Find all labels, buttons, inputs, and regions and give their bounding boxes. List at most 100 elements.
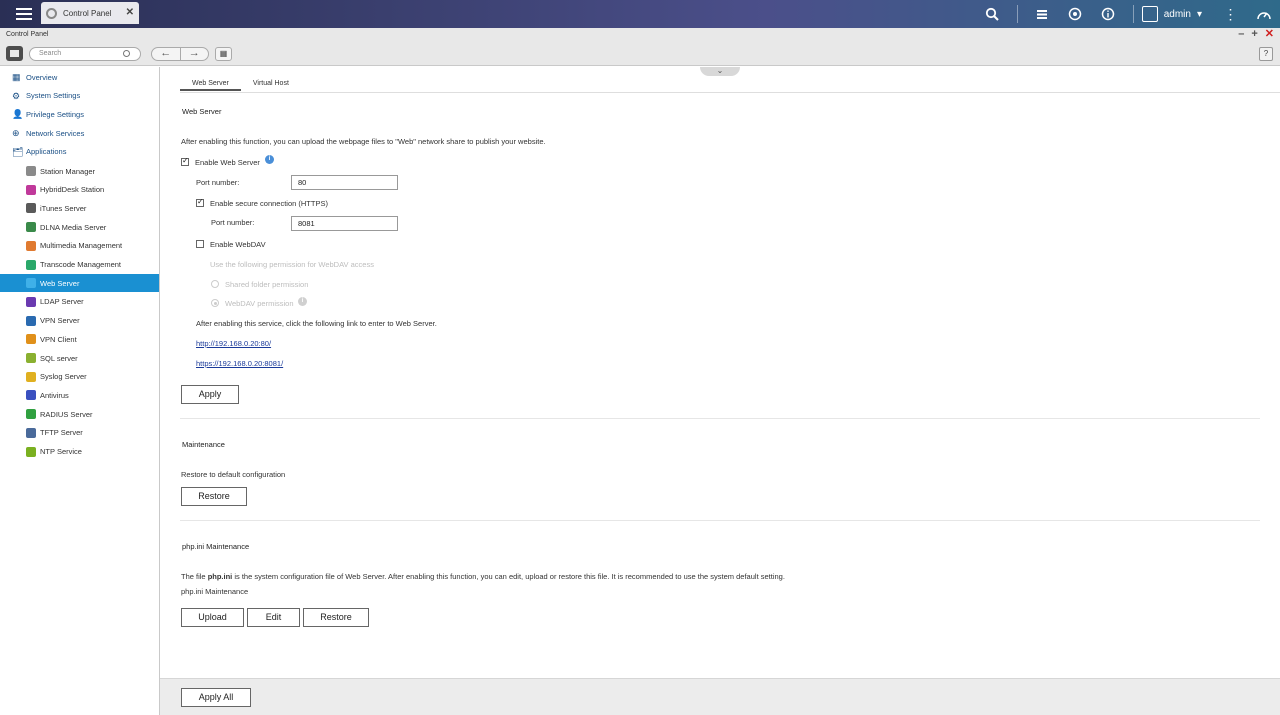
user-menu[interactable]: admin ▾ (1141, 6, 1202, 22)
sidebar-item-privilege-settings[interactable]: 👤 Privilege Settings (0, 105, 159, 123)
apply-all-button[interactable]: Apply All (181, 688, 251, 707)
grid-view-icon[interactable]: ▦ (215, 47, 232, 61)
section-heading-maintenance: Maintenance (182, 440, 225, 449)
enable-https-label: Enable secure connection (HTTPS) (210, 199, 328, 208)
enable-web-server-checkbox[interactable] (181, 156, 189, 166)
maximize-icon[interactable]: + (1251, 28, 1257, 42)
sidebar-item-ldap-server[interactable]: LDAP Server (0, 293, 159, 311)
webdav-permission-heading: Use the following permission for WebDAV … (210, 260, 374, 269)
applications-icon: 🗂 (12, 146, 24, 157)
sidebar-item-label: TFTP Server (40, 428, 83, 438)
apply-button[interactable]: Apply (181, 385, 239, 404)
sidebar-item-vpn-server[interactable]: VPN Server (0, 312, 159, 330)
sidebar-item-label: Web Server (40, 278, 80, 288)
sidebar-item-radius-server[interactable]: RADIUS Server (0, 405, 159, 423)
sidebar-item-web-server[interactable]: Web Server (0, 274, 159, 293)
system-settings-icon: ⚙ (12, 90, 21, 101)
sidebar-item-label: RADIUS Server (40, 409, 93, 419)
php-restore-button[interactable]: Restore (303, 608, 369, 627)
divider (1016, 5, 1018, 23)
sidebar-item-syslog-server[interactable]: Syslog Server (0, 368, 159, 386)
sidebar-item-vpn-client[interactable]: VPN Client (0, 330, 159, 348)
info-icon[interactable]: i (265, 155, 274, 164)
history-nav: ← → (151, 47, 209, 61)
restore-default-text: Restore to default configuration (181, 470, 286, 479)
shared-folder-permission-label: Shared folder permission (225, 280, 309, 289)
tab-web-server[interactable]: Web Server (180, 80, 241, 91)
sidebar-item-hybriddesk-station[interactable]: HybridDesk Station (0, 181, 159, 199)
sidebar: ▦ Overview ⚙ System Settings 👤 Privilege Sett… (0, 67, 160, 715)
avatar (1141, 6, 1158, 22)
background-tasks-icon[interactable] (1026, 0, 1059, 28)
link-intro-text: After enabling this service, click the f… (196, 319, 437, 328)
username: admin (1163, 8, 1191, 20)
forward-arrow-icon[interactable]: → (181, 48, 209, 60)
edit-button[interactable]: Edit (247, 608, 300, 627)
sidebar-item-ntp-service[interactable]: NTP Service (0, 443, 159, 461)
more-options-icon[interactable]: ⋮ (1214, 0, 1247, 28)
hybriddesk-station-icon (26, 184, 36, 195)
sidebar-item-overview[interactable]: ▦ Overview (0, 68, 159, 86)
http-link[interactable]: http://192.168.0.20:80/ (196, 339, 271, 348)
back-arrow-icon[interactable]: ← (152, 48, 181, 60)
sidebar-item-multimedia-management[interactable]: Multimedia Management (0, 237, 159, 255)
webdav-permission-radio[interactable] (211, 299, 219, 307)
collapse-icon[interactable]: ⌄ (700, 67, 740, 76)
tab-virtual-host[interactable]: Virtual Host (241, 80, 301, 91)
sidebar-item-tftp-server[interactable]: TFTP Server (0, 424, 159, 442)
sidebar-item-label: NTP Service (40, 447, 82, 456)
https-port-number-field[interactable]: 8081 (291, 216, 398, 231)
sidebar-item-dlna-media-server[interactable]: DLNA Media Server (0, 218, 159, 236)
sidebar-item-itunes-server[interactable]: iTunes Server (0, 199, 159, 217)
search-icon (123, 50, 130, 57)
search-input[interactable]: Search (29, 47, 141, 61)
multimedia-management-icon (26, 240, 36, 251)
web-server-description: After enabling this function, you can up… (181, 137, 546, 146)
sidebar-item-label: Overview (26, 72, 58, 82)
app-tab-control-panel[interactable]: Control Panel ✕ (41, 2, 139, 24)
port-number-field[interactable]: 80 (291, 175, 398, 190)
home-icon[interactable] (6, 46, 23, 61)
shared-folder-permission-radio[interactable] (211, 280, 219, 288)
itunes-server-icon (26, 203, 36, 214)
app-tab-label: Control Panel (63, 8, 112, 18)
sidebar-item-network-services[interactable]: ⊕ Network Services (0, 124, 159, 142)
top-bar: Control Panel ✕ admin ▾ ⋮ (0, 0, 1280, 28)
sidebar-item-label: SQL server (40, 353, 78, 363)
sidebar-item-sql-server[interactable]: SQL server (0, 349, 159, 367)
main-menu-button[interactable] (14, 5, 34, 23)
sidebar-item-label: Network Services (26, 128, 85, 138)
enable-https-checkbox[interactable] (196, 197, 204, 207)
php-ini-description: The file php.ini is the system configura… (181, 572, 785, 581)
station-manager-icon (26, 166, 36, 176)
help-icon[interactable]: ? (1259, 47, 1273, 61)
gear-icon (46, 7, 57, 19)
sidebar-item-label: Transcode Management (40, 260, 122, 269)
enable-webdav-checkbox[interactable] (196, 240, 204, 248)
divider (180, 92, 1280, 93)
dlna-media-server-icon (26, 222, 36, 233)
sidebar-item-applications[interactable]: 🗂 Applications (0, 143, 159, 161)
sidebar-item-station-manager[interactable]: Station Manager (0, 162, 159, 180)
transcode-management-icon (26, 259, 36, 270)
close-icon[interactable]: ✕ (126, 7, 134, 18)
external-device-icon[interactable] (1059, 0, 1092, 28)
sidebar-item-label: DLNA Media Server (40, 222, 107, 232)
close-window-icon[interactable]: ✕ (1265, 28, 1274, 42)
search-icon[interactable] (976, 0, 1009, 28)
sidebar-item-transcode-management[interactable]: Transcode Management (0, 256, 159, 274)
chevron-down-icon: ▾ (1196, 8, 1202, 20)
sidebar-item-system-settings[interactable]: ⚙ System Settings (0, 87, 159, 105)
dashboard-icon[interactable] (1247, 0, 1280, 28)
vpn-client-icon (26, 334, 36, 345)
minimize-icon[interactable]: – (1238, 28, 1244, 42)
sidebar-item-antivirus[interactable]: Antivirus (0, 386, 159, 404)
php-desc-prefix: The file (181, 572, 208, 581)
upload-button[interactable]: Upload (181, 608, 244, 627)
info-icon[interactable] (1092, 0, 1125, 28)
restore-button[interactable]: Restore (181, 487, 247, 506)
https-link[interactable]: https://192.168.0.20:8081/ (196, 359, 283, 368)
sidebar-item-label: VPN Server (40, 316, 80, 326)
network-services-icon: ⊕ (12, 128, 20, 139)
info-icon: i (298, 297, 307, 306)
